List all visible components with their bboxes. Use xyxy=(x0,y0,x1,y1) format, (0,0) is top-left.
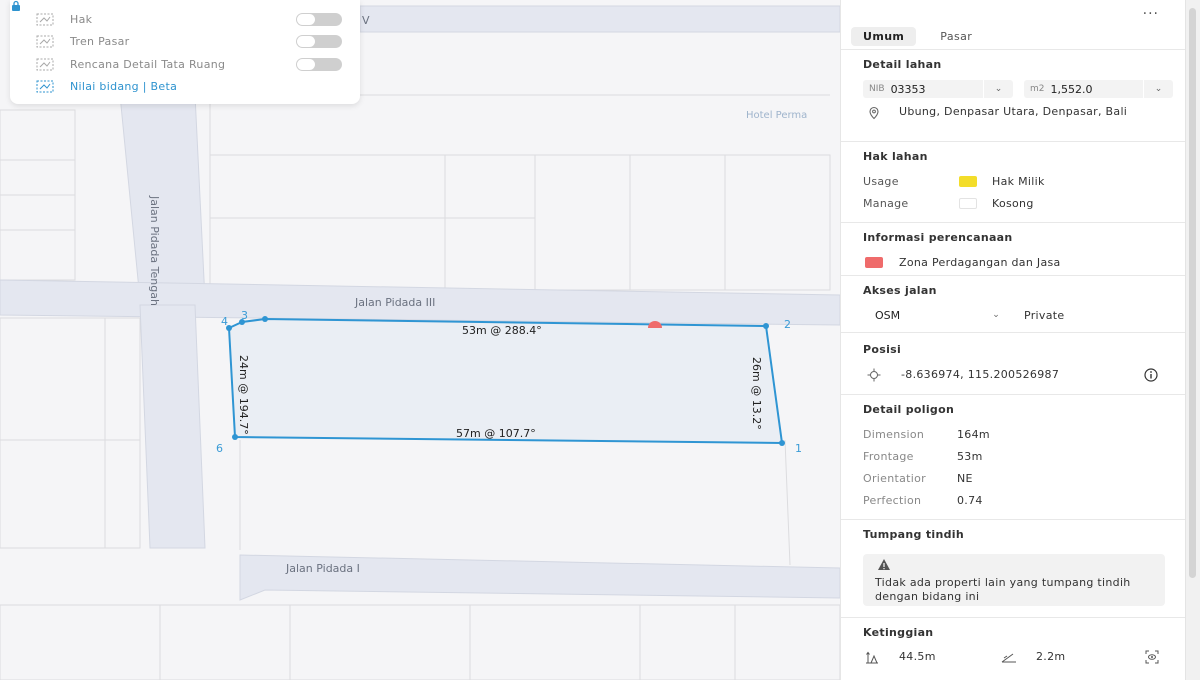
layer-icon xyxy=(36,13,54,26)
access-source-select[interactable]: OSM ⌄ xyxy=(863,306,1011,324)
street-label-top: V xyxy=(362,14,370,27)
area-select[interactable]: m2 1,552.0 ⌄ xyxy=(1024,80,1173,98)
chevron-down-icon[interactable]: ⌄ xyxy=(1143,80,1173,98)
chevron-down-icon[interactable]: ⌄ xyxy=(983,80,1013,98)
more-options-icon[interactable]: ··· xyxy=(1143,6,1159,22)
section-tumpang-tindih: Tumpang tindih Tidak ada properti lain y… xyxy=(841,520,1185,618)
street-label-pidada-iii: Jalan Pidada III xyxy=(354,296,435,309)
section-title: Ketinggian xyxy=(863,626,934,639)
section-title: Tumpang tindih xyxy=(863,528,964,541)
layer-toggle-rdtr[interactable] xyxy=(296,57,342,71)
elevation-value: 44.5m xyxy=(899,650,936,663)
edge-label-bottom: 57m @ 107.7° xyxy=(456,427,536,440)
layer-row-tren-pasar[interactable]: Tren Pasar xyxy=(36,31,342,54)
dimension-label: Dimension xyxy=(863,428,925,441)
perfection-value: 0.74 xyxy=(957,494,983,507)
layer-label: Rencana Detail Tata Ruang xyxy=(70,57,226,71)
elevation-icon xyxy=(865,650,879,664)
edge-label-top: 53m @ 288.4° xyxy=(462,324,542,337)
usage-label: Usage xyxy=(863,175,899,188)
3d-view-icon[interactable] xyxy=(1145,650,1159,664)
overlap-notice: Tidak ada properti lain yang tumpang tin… xyxy=(863,554,1165,606)
layer-label: Hak xyxy=(70,12,93,26)
coordinates-text: -8.636974, 115.200526987 xyxy=(901,368,1060,381)
tab-umum[interactable]: Umum xyxy=(851,27,917,46)
section-detail-poligon: Detail poligon Dimension 164m Frontage 5… xyxy=(841,395,1185,520)
layer-icon xyxy=(36,80,54,93)
layer-icon xyxy=(36,58,54,71)
section-title: Detail lahan xyxy=(863,58,942,71)
section-hak-lahan: Hak lahan Usage Hak Milik Manage Kosong xyxy=(841,142,1185,223)
section-ketinggian: Ketinggian 44.5m 2.2m xyxy=(841,618,1185,680)
layer-icon xyxy=(36,35,54,48)
vertex-label-4: 4 xyxy=(221,315,228,328)
property-sidebar: ··· Umum Pasar Detail lahan NIB 03353 ⌄ … xyxy=(840,0,1185,680)
overlap-text: Tidak ada properti lain yang tumpang tin… xyxy=(875,576,1131,603)
vertex-label-3: 3 xyxy=(241,309,248,322)
layer-toggle-hak[interactable] xyxy=(296,12,342,26)
area-value: 1,552.0 xyxy=(1050,82,1093,96)
layer-label: Nilai bidang | Beta xyxy=(70,80,178,94)
tab-pasar[interactable]: Pasar xyxy=(928,27,984,46)
section-title: Detail poligon xyxy=(863,403,955,416)
manage-color-swatch xyxy=(959,198,977,209)
section-title: Informasi perencanaan xyxy=(863,231,1013,244)
scrollbar-thumb[interactable] xyxy=(1189,8,1196,578)
edge-label-right: 26m @ 13.2° xyxy=(750,357,763,430)
frontage-value: 53m xyxy=(957,450,983,463)
orientation-value: NE xyxy=(957,472,973,485)
map-view[interactable]: V Jalan Pidada Tengah Jalan Pidada III J… xyxy=(0,0,840,680)
usage-value: Hak Milik xyxy=(992,175,1045,188)
street-label-pidada-i: Jalan Pidada I xyxy=(285,562,360,575)
warning-icon xyxy=(877,558,891,571)
nib-prefix: NIB xyxy=(869,84,885,94)
nib-select[interactable]: NIB 03353 ⌄ xyxy=(863,80,1013,98)
address-text: Ubung, Denpasar Utara, Denpasar, Bali xyxy=(899,105,1128,118)
zone-value: Zona Perdagangan dan Jasa xyxy=(899,256,1061,269)
vertex-label-1: 1 xyxy=(795,442,802,455)
manage-value: Kosong xyxy=(992,197,1034,210)
access-value: Private xyxy=(1024,309,1065,322)
section-posisi: Posisi -8.636974, 115.200526987 xyxy=(841,333,1185,395)
vertex-label-2: 2 xyxy=(784,318,791,331)
location-pin-icon xyxy=(867,106,881,120)
manage-label: Manage xyxy=(863,197,909,210)
layer-label: Tren Pasar xyxy=(70,35,130,49)
slope-value: 2.2m xyxy=(1036,650,1066,663)
zone-color-swatch xyxy=(865,257,883,268)
section-title: Hak lahan xyxy=(863,150,928,163)
layer-row-nilai-bidang[interactable]: Nilai bidang | Beta xyxy=(12,0,342,99)
layer-row-hak[interactable]: Hak xyxy=(36,8,342,31)
edge-label-left: 24m @ 194.7° xyxy=(237,355,250,435)
info-icon[interactable] xyxy=(1144,368,1158,382)
frontage-label: Frontage xyxy=(863,450,914,463)
sidebar-scrollbar[interactable] xyxy=(1185,0,1200,680)
perfection-label: Perfection xyxy=(863,494,922,507)
vertex-label-6: 6 xyxy=(216,442,223,455)
section-perencanaan: Informasi perencanaan Zona Perdagangan d… xyxy=(841,223,1185,276)
area-prefix: m2 xyxy=(1030,84,1045,94)
chevron-down-icon[interactable]: ⌄ xyxy=(981,306,1011,324)
layer-row-rdtr[interactable]: Rencana Detail Tata Ruang xyxy=(36,53,342,76)
orientation-label: Orientatior xyxy=(863,472,926,485)
section-title: Posisi xyxy=(863,343,902,356)
poi-label-hotel: Hotel Perma xyxy=(746,110,807,121)
street-label-pidada-tengah: Jalan Pidada Tengah xyxy=(148,195,161,306)
usage-color-swatch xyxy=(959,176,977,187)
sidebar-tabs: Umum Pasar xyxy=(851,27,996,46)
layer-panel: Hak Tren Pasar Rencana Detail Tata Ruang… xyxy=(10,0,360,104)
section-akses-jalan: Akses jalan OSM ⌄ Private xyxy=(841,276,1185,333)
nib-value: 03353 xyxy=(890,82,926,96)
access-source-value: OSM xyxy=(875,308,901,322)
slope-icon xyxy=(1001,650,1016,664)
section-title: Akses jalan xyxy=(863,284,937,297)
crosshair-icon[interactable] xyxy=(867,368,881,382)
parcel-polygon[interactable] xyxy=(227,317,784,445)
lock-icon[interactable] xyxy=(12,0,322,93)
dimension-value: 164m xyxy=(957,428,990,441)
layer-toggle-tren-pasar[interactable] xyxy=(296,35,342,49)
section-detail-lahan: Detail lahan NIB 03353 ⌄ m2 1,552.0 ⌄ Ub… xyxy=(841,50,1185,142)
